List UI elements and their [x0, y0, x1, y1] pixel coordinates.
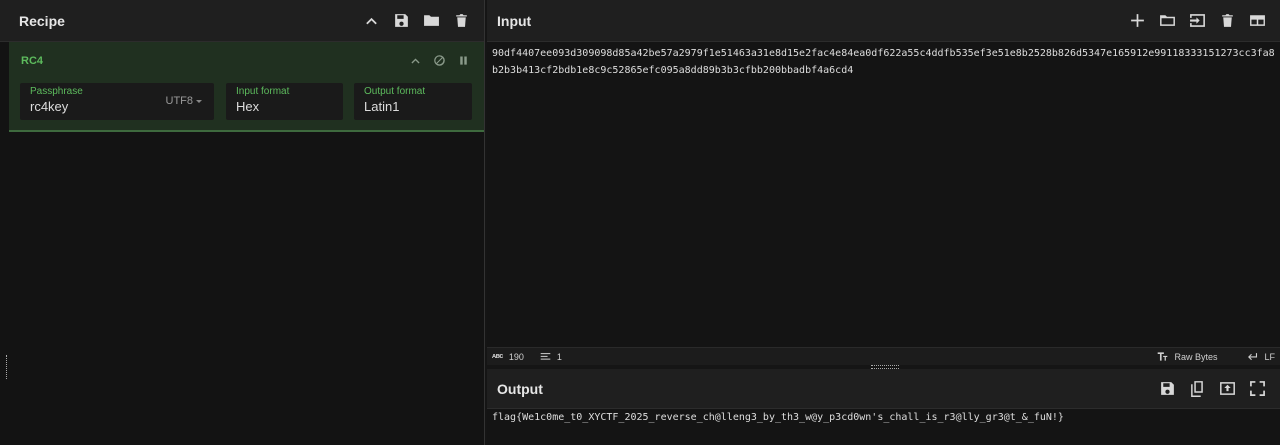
output-title: Output — [497, 380, 543, 397]
line-count-value: 1 — [556, 351, 562, 362]
save-icon[interactable] — [392, 12, 410, 30]
output-format-field[interactable]: Output format Latin1 — [354, 83, 472, 120]
input-pane: Input 90df4407ee093d309098d85a42be57a297… — [487, 0, 1280, 365]
import-icon[interactable] — [1188, 12, 1206, 30]
input-title: Input — [497, 12, 532, 29]
trash-icon[interactable] — [1218, 12, 1236, 30]
open-folder-icon[interactable] — [1158, 12, 1176, 30]
pause-icon[interactable] — [456, 53, 470, 67]
raw-bytes-button[interactable]: Raw Bytes — [1157, 351, 1217, 362]
chevron-down-icon — [196, 99, 202, 103]
char-count: ᴀʙᴄ 190 — [492, 352, 524, 362]
output-pane: Output flag{We1c0me_t0_XYCTF_2025_revers… — [487, 369, 1280, 445]
layout-icon[interactable] — [1248, 12, 1266, 30]
output-format-value[interactable]: Latin1 — [364, 99, 462, 114]
input-format-label: Input format — [236, 86, 290, 97]
recipe-header: Recipe — [0, 0, 484, 42]
lines-icon — [540, 353, 551, 360]
passphrase-encoding-dropdown[interactable]: UTF8 — [165, 95, 202, 107]
passphrase-encoding-value: UTF8 — [165, 95, 194, 107]
rc4-operation: RC4 Passphrase rc4key UTF8 Input format … — [9, 42, 484, 132]
copy-icon[interactable] — [1188, 380, 1206, 398]
output-header: Output — [487, 369, 1280, 409]
return-icon — [1248, 353, 1258, 361]
char-count-value: 190 — [508, 351, 524, 362]
disable-icon[interactable] — [432, 53, 446, 67]
input-textarea[interactable]: 90df4407ee093d309098d85a42be57a2979f1e51… — [492, 45, 1277, 79]
chevron-up-icon[interactable] — [362, 12, 380, 30]
input-header: Input — [487, 0, 1280, 42]
eol-button[interactable]: LF — [1247, 351, 1275, 362]
eol-label: LF — [1264, 351, 1275, 362]
recipe-pane: Recipe RC4 Passphrase rc4key UTF8 Input … — [0, 0, 485, 445]
input-status-bar: ᴀʙᴄ 190 1 Raw Bytes LF — [487, 347, 1280, 365]
replace-input-icon[interactable] — [1218, 380, 1236, 398]
resize-handle[interactable] — [6, 355, 9, 379]
raw-bytes-label: Raw Bytes — [1174, 351, 1218, 362]
input-format-value[interactable]: Hex — [236, 99, 333, 114]
operation-name: RC4 — [21, 55, 44, 67]
input-format-field[interactable]: Input format Hex — [226, 83, 343, 120]
line-count: 1 — [540, 351, 562, 362]
maximize-icon[interactable] — [1248, 380, 1266, 398]
recipe-title: Recipe — [19, 12, 65, 29]
output-textarea[interactable]: flag{We1c0me_t0_XYCTF_2025_reverse_ch@ll… — [492, 412, 1064, 423]
text-encoding-icon — [1158, 352, 1168, 361]
save-icon[interactable] — [1158, 380, 1176, 398]
plus-icon[interactable] — [1128, 12, 1146, 30]
abc-icon: ᴀʙᴄ — [492, 353, 503, 360]
chevron-up-icon[interactable] — [408, 53, 422, 67]
folder-icon[interactable] — [422, 12, 440, 30]
trash-icon[interactable] — [452, 12, 470, 30]
output-format-label: Output format — [364, 86, 426, 97]
passphrase-field[interactable]: Passphrase rc4key UTF8 — [20, 83, 214, 120]
